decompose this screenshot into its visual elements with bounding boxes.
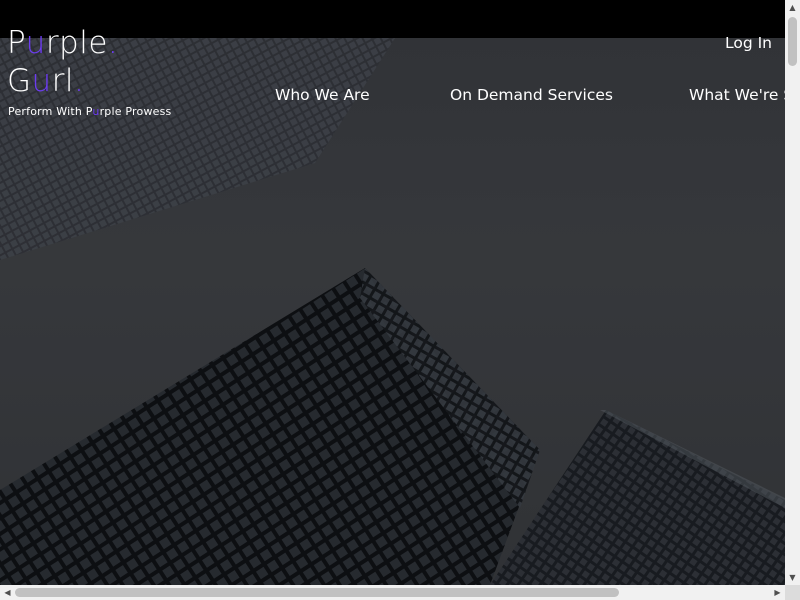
horizontal-scroll-thumb[interactable] (15, 588, 619, 597)
scroll-down-icon[interactable]: ▼ (785, 570, 800, 585)
brand-tagline: Perform With Purple Prowess (8, 105, 172, 118)
login-link[interactable]: Log In (725, 34, 772, 52)
brand-logo[interactable]: Purple. Gurl. Perform With Purple Prowes… (7, 24, 171, 118)
nav-item-who-we-are[interactable]: Who We Are (275, 86, 370, 104)
skyscraper-background-image (0, 38, 785, 585)
vertical-scrollbar[interactable]: ▲ ▼ (785, 0, 800, 585)
scrollbar-corner (785, 585, 800, 600)
scroll-right-icon[interactable]: ▶ (770, 585, 785, 600)
scroll-up-icon[interactable]: ▲ (785, 0, 800, 15)
scroll-left-icon[interactable]: ◀ (0, 585, 15, 600)
nav-item-on-demand-services[interactable]: On Demand Services (450, 86, 613, 104)
brand-name-line-1: Purple. (7, 25, 119, 61)
vertical-scroll-thumb[interactable] (788, 17, 797, 66)
hero-section (0, 38, 785, 585)
page-viewport: Purple. Gurl. Perform With Purple Prowes… (0, 0, 785, 585)
brand-name-line-2: Gurl. (7, 63, 85, 99)
nav-item-what-were[interactable]: What We're S (689, 86, 785, 104)
horizontal-scrollbar[interactable]: ◀ ▶ (0, 585, 785, 600)
